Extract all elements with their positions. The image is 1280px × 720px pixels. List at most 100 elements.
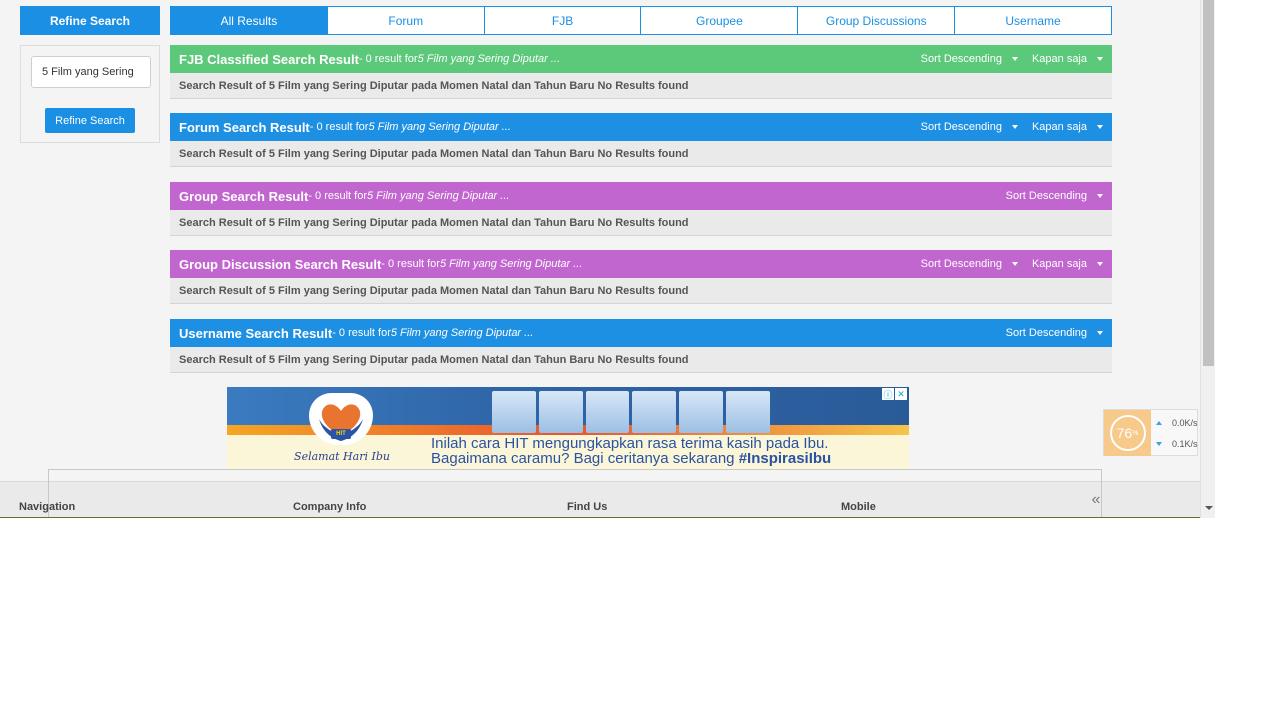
sort-label: Sort Descending: [920, 53, 1002, 65]
time-dropdown[interactable]: Kapan saja: [1032, 121, 1103, 133]
result-tabs: All Results Forum FJB Groupee Group Disc…: [170, 6, 1112, 35]
ad-tagline: Selamat Hari Ibu: [294, 450, 390, 463]
refine-search-header: Refine Search: [20, 6, 160, 35]
group-result-section: Group Search Result - 0 result for 5 Fil…: [170, 182, 1112, 236]
upload-speed-value: 0.0K/s: [1172, 418, 1198, 428]
time-label: Kapan saja: [1031, 121, 1087, 133]
refine-search-input[interactable]: [31, 56, 151, 88]
section-query: 5 Film yang Sering Diputar ...: [368, 121, 511, 133]
sort-label: Sort Descending: [1005, 190, 1087, 202]
footer-find-us-heading: Find Us: [567, 501, 608, 513]
section-body: Search Result of 5 Film yang Sering Dipu…: [170, 210, 1112, 236]
sort-dropdown[interactable]: Sort Descending: [1006, 327, 1103, 339]
section-title[interactable]: Group Search Result: [179, 189, 308, 204]
download-speed-value: 0.1K/s: [1172, 439, 1198, 449]
sort-dropdown[interactable]: Sort Descending: [921, 121, 1018, 133]
section-header: Username Search Result - 0 result for 5 …: [170, 319, 1112, 347]
arrow-up-icon: [1156, 421, 1162, 425]
download-speed: 0.1K/s: [1156, 439, 1198, 449]
section-title[interactable]: FJB Classified Search Result: [179, 52, 359, 67]
ad-line-2-text: Bagaimana caramu? Bagi ceritanya sekaran…: [431, 450, 739, 467]
section-header: Group Discussion Search Result - 0 resul…: [170, 250, 1112, 278]
section-result-count: - 0 result for: [309, 121, 369, 133]
section-query: 5 Film yang Sering Diputar ...: [390, 327, 534, 339]
gauge-percent: 76: [1116, 425, 1133, 441]
ad-photo: [679, 391, 724, 433]
tab-username[interactable]: Username: [954, 6, 1112, 35]
section-result-count: - 0 result for: [358, 53, 418, 65]
tab-groupee[interactable]: Groupee: [640, 6, 799, 35]
time-dropdown[interactable]: Kapan saja: [1032, 53, 1103, 65]
forum-result-section: Forum Search Result - 0 result for 5 Fil…: [170, 113, 1112, 167]
ad-photo-strip: [492, 391, 770, 433]
section-result-count: - 0 result for: [381, 258, 440, 270]
arrow-down-icon: [1156, 442, 1162, 446]
section-result-count: - 0 result for: [308, 190, 367, 202]
footer-navigation-heading: Navigation: [19, 501, 76, 513]
caret-down-icon: [1097, 194, 1103, 198]
caret-down-icon: [1011, 125, 1018, 129]
caret-down-icon: [1097, 331, 1103, 335]
close-icon[interactable]: ✕: [895, 388, 907, 400]
network-speed-widget[interactable]: 76% 0.0K/s 0.1K/s: [1103, 409, 1198, 456]
ad-brand-badge: HIT: [331, 429, 351, 439]
section-header: Forum Search Result - 0 result for 5 Fil…: [170, 113, 1112, 141]
sort-label: Sort Descending: [920, 258, 1002, 270]
upload-speed: 0.0K/s: [1156, 418, 1198, 428]
refine-search-panel: Refine Search: [20, 45, 160, 143]
tab-group-discussions[interactable]: Group Discussions: [797, 6, 956, 35]
section-title[interactable]: Forum Search Result: [179, 120, 310, 135]
tab-forum[interactable]: Forum: [326, 6, 485, 35]
sort-label: Sort Descending: [920, 121, 1002, 133]
sort-label: Sort Descending: [1005, 327, 1087, 339]
collapse-chevron-icon[interactable]: «: [1089, 481, 1103, 518]
caret-down-icon: [1097, 262, 1103, 266]
tab-fjb[interactable]: FJB: [483, 6, 642, 35]
scrollbar-thumb[interactable]: [1203, 0, 1214, 366]
scroll-down-arrow-icon[interactable]: [1205, 506, 1213, 510]
memory-gauge: 76%: [1104, 410, 1151, 456]
section-body: Search Result of 5 Film yang Sering Dipu…: [170, 141, 1112, 167]
section-header: FJB Classified Search Result - 0 result …: [170, 45, 1112, 73]
section-query: 5 Film yang Sering Diputar ...: [367, 190, 510, 202]
fjb-result-section: FJB Classified Search Result - 0 result …: [170, 45, 1112, 99]
sort-dropdown[interactable]: Sort Descending: [1006, 190, 1103, 202]
section-title[interactable]: Group Discussion Search Result: [179, 257, 381, 272]
ad-line-2: Bagaimana caramu? Bagi ceritanya sekaran…: [431, 451, 901, 466]
group-discussion-result-section: Group Discussion Search Result - 0 resul…: [170, 250, 1112, 304]
time-label: Kapan saja: [1031, 53, 1087, 65]
time-label: Kapan saja: [1031, 258, 1087, 270]
section-title[interactable]: Username Search Result: [179, 326, 332, 341]
tab-all-results[interactable]: All Results: [170, 6, 328, 35]
ad-copy: Inilah cara HIT mengungkapkan rasa terim…: [431, 436, 901, 466]
ad-info-icon[interactable]: ⓘ: [882, 388, 894, 400]
sort-dropdown[interactable]: Sort Descending: [921, 53, 1018, 65]
ad-photo: [726, 391, 770, 433]
ad-hashtag: #InspirasiIbu: [738, 450, 832, 467]
ad-photo: [632, 391, 677, 433]
ad-photo: [538, 391, 583, 433]
ad-banner[interactable]: HIT Selamat Hari Ibu Inilah cara HIT men…: [227, 387, 909, 470]
vertical-scrollbar[interactable]: [1200, 0, 1215, 518]
caret-down-icon: [1011, 57, 1018, 61]
ad-logo: HIT Selamat Hari Ibu: [287, 393, 397, 467]
section-body: Search Result of 5 Film yang Sering Dipu…: [170, 347, 1112, 373]
section-body: Search Result of 5 Film yang Sering Dipu…: [170, 73, 1112, 99]
refine-search-button[interactable]: Refine Search: [45, 108, 135, 133]
ad-line-1: Inilah cara HIT mengungkapkan rasa terim…: [431, 435, 829, 452]
section-result-count: - 0 result for: [332, 327, 391, 339]
ad-controls: ⓘ ✕: [882, 388, 907, 400]
section-query: 5 Film yang Sering Diputar ...: [439, 258, 583, 270]
time-dropdown[interactable]: Kapan saja: [1032, 258, 1103, 270]
section-body: Search Result of 5 Film yang Sering Dipu…: [170, 278, 1112, 304]
section-query: 5 Film yang Sering Diputar ...: [417, 53, 561, 65]
username-result-section: Username Search Result - 0 result for 5 …: [170, 319, 1112, 373]
gauge-percent-unit: %: [1132, 429, 1139, 437]
caret-down-icon: [1097, 57, 1103, 61]
gauge-ring: 76%: [1109, 415, 1146, 451]
sort-dropdown[interactable]: Sort Descending: [921, 258, 1018, 270]
ad-photo: [585, 391, 630, 433]
section-header: Group Search Result - 0 result for 5 Fil…: [170, 182, 1112, 210]
footer-company-info-heading: Company Info: [293, 501, 367, 513]
ad-photo: [492, 391, 536, 433]
